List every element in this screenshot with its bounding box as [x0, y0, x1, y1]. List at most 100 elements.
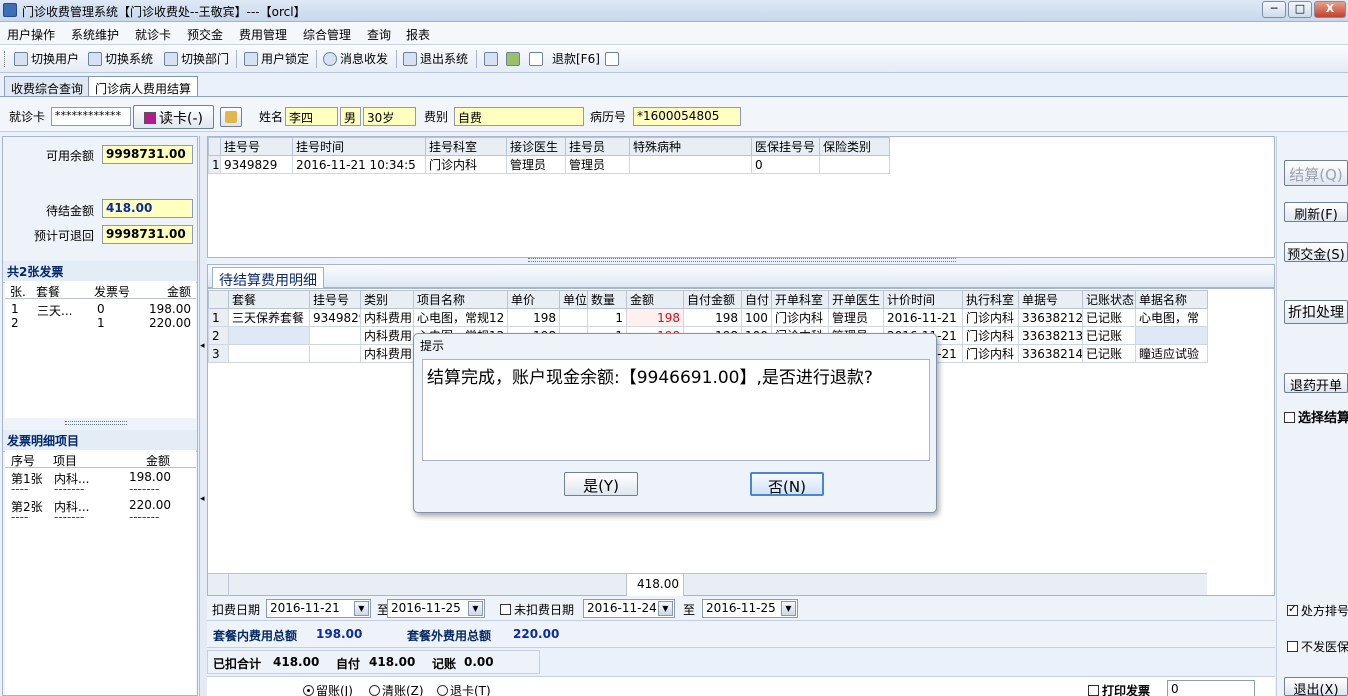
tab-fee-query[interactable]: 收费综合查询	[4, 76, 91, 98]
no-button[interactable]: 否(N)	[750, 472, 824, 496]
menu-integrated[interactable]: 综合管理	[303, 26, 351, 43]
self-pay-value: 418.00	[369, 655, 416, 669]
record-label: 病历号	[590, 110, 627, 124]
package-summary: 套餐内费用总额 198.00 套餐外费用总额 220.00	[207, 622, 1275, 648]
to-label: 至	[683, 603, 696, 617]
sex-field[interactable]: 男	[340, 107, 361, 126]
return-order-button[interactable]: 退药开单	[1284, 373, 1348, 394]
list-item: ----	[11, 510, 29, 524]
list-item[interactable]: 1	[97, 316, 105, 330]
minimize-button[interactable]: ─	[1262, 1, 1286, 18]
system-icon	[88, 52, 102, 66]
left-panel: 可用余额 9998731.00 待结金额 418.00 预计可退回 999873…	[2, 136, 198, 696]
collapse-arrow-icon: ◂	[200, 494, 205, 504]
in-package-value: 198.00	[316, 627, 363, 641]
col-header: 项目名称	[413, 290, 508, 309]
divider	[5, 467, 196, 468]
exit-button[interactable]: 退出(X)	[1284, 677, 1348, 696]
lock-user-icon	[244, 52, 258, 66]
checkbox-icon	[1287, 602, 1298, 616]
deduct-summary: 已扣合计 418.00 自付 418.00 记账 0.00	[207, 650, 540, 674]
list-item[interactable]: 2	[11, 316, 19, 330]
broom-button[interactable]	[220, 107, 242, 127]
name-field[interactable]: 李四	[285, 107, 338, 126]
clear-account-radio[interactable]: 清账(Z)	[369, 682, 424, 696]
award-button[interactable]	[506, 51, 523, 68]
keep-account-radio[interactable]: 留账(J)	[303, 682, 353, 696]
checkbox-icon	[500, 604, 511, 615]
pencil-icon	[484, 52, 498, 66]
menu-report[interactable]: 报表	[406, 26, 430, 43]
checkbox-icon	[1287, 641, 1298, 652]
window-button[interactable]	[605, 51, 622, 68]
dialog-message: 结算完成，账户现金余额:【9946691.00】,是否进行退款?	[422, 359, 930, 461]
read-card-button[interactable]: 读卡(-)	[133, 105, 214, 129]
settle-button[interactable]: 结算(Q)	[1284, 160, 1348, 186]
table-row[interactable]: 1 9349829 2016-11-21 10:34:5 门诊内科 管理员 管理员 0	[208, 155, 890, 174]
col-header: 单位	[559, 290, 588, 309]
switch-dept-button[interactable]: 切换部门	[164, 51, 229, 68]
lock-user-button[interactable]: 用户锁定	[244, 51, 309, 68]
edit-button[interactable]	[484, 51, 501, 68]
list-item[interactable]: 三天...	[37, 302, 72, 319]
table-row[interactable]: 1三天保养套餐9349829内科费用心电图，常规121981198198100门…	[208, 308, 1208, 327]
registration-panel: 挂号号 挂号时间 挂号科室 接诊医生 挂号员 特殊病种 医保挂号号 保险类别 1 9349829…	[207, 136, 1275, 262]
undeducted-from-date[interactable]: 2016-11-24 ▼	[583, 599, 675, 618]
list-item[interactable]: 0	[97, 302, 105, 316]
fee-type-field[interactable]: 自费	[454, 107, 584, 126]
invoice-detail-title: 发票明细项目	[3, 430, 197, 452]
toolbar-separator	[316, 50, 317, 68]
no-insurance-checkbox[interactable]: 不发医保	[1287, 638, 1348, 655]
deduct-from-date[interactable]: 2016-11-21 ▼	[266, 599, 371, 618]
prepay-button[interactable]: 预交金(S)	[1284, 242, 1348, 263]
undeducted-to-date[interactable]: 2016-11-25 ▼	[702, 599, 798, 618]
col-header: 挂号号	[309, 290, 361, 309]
switch-user-button[interactable]: 切换用户	[14, 51, 79, 68]
list-item[interactable]: 198.00	[149, 302, 191, 316]
refundable-label: 预计可退回	[34, 229, 95, 243]
undeducted-checkbox[interactable]: 未扣费日期	[500, 601, 574, 618]
card-input[interactable]: ************	[51, 107, 131, 126]
check-button[interactable]	[529, 51, 546, 68]
menu-system[interactable]: 系统维护	[71, 26, 119, 43]
exit-system-button[interactable]: 退出系统	[403, 51, 468, 68]
col-header: 保险类别	[819, 137, 890, 156]
select-settle-checkbox[interactable]: 选择结算	[1284, 407, 1348, 426]
radio-icon	[369, 685, 380, 696]
col-header: 类别	[360, 290, 414, 309]
menu-card[interactable]: 就诊卡	[135, 26, 171, 43]
print-count-input[interactable]: 0	[1167, 680, 1255, 696]
print-invoice-checkbox[interactable]: 打印发票	[1088, 682, 1150, 696]
return-card-radio[interactable]: 退卡(T)	[437, 682, 491, 696]
refund-button[interactable]: 退款[F6]	[552, 51, 600, 68]
tab-pending-fees[interactable]: 待结算费用明细	[212, 267, 324, 289]
menu-user[interactable]: 用户操作	[7, 26, 55, 43]
refresh-button[interactable]: 刷新(F)	[1284, 202, 1348, 223]
record-field[interactable]: *1600054805	[633, 107, 741, 126]
age-field[interactable]: 30岁	[363, 107, 416, 126]
messages-button[interactable]: 消息收发	[323, 51, 388, 68]
splitter-handle[interactable]	[65, 421, 127, 425]
refundable-field: 9998731.00	[102, 225, 193, 244]
list-item[interactable]: 220.00	[149, 316, 191, 330]
menu-prepay[interactable]: 预交金	[187, 26, 223, 43]
toolbar-separator	[236, 50, 237, 68]
splitter-handle[interactable]	[528, 258, 956, 262]
menu-query[interactable]: 查询	[367, 26, 391, 43]
menu-fees[interactable]: 费用管理	[239, 26, 287, 43]
restore-button[interactable]: □	[1288, 1, 1312, 18]
close-button[interactable]: X	[1314, 1, 1346, 18]
list-item: ----	[11, 482, 29, 496]
rx-sort-checkbox[interactable]: 处方排号	[1287, 602, 1348, 619]
deducted-value: 418.00	[273, 655, 320, 669]
yes-button[interactable]: 是(Y)	[564, 472, 638, 496]
list-item: -------	[54, 510, 85, 524]
list-item[interactable]: 1	[11, 302, 19, 316]
discount-button[interactable]: 折扣处理	[1284, 300, 1348, 324]
collapse-bar[interactable]: ◂ ◂	[199, 136, 207, 696]
deduct-to-date[interactable]: 2016-11-25 ▼	[387, 599, 485, 618]
switch-system-button[interactable]: 切换系统	[88, 51, 153, 68]
available-field: 9998731.00	[102, 145, 193, 164]
chevron-down-icon: ▼	[354, 601, 369, 616]
col-header: 数量	[587, 290, 627, 309]
